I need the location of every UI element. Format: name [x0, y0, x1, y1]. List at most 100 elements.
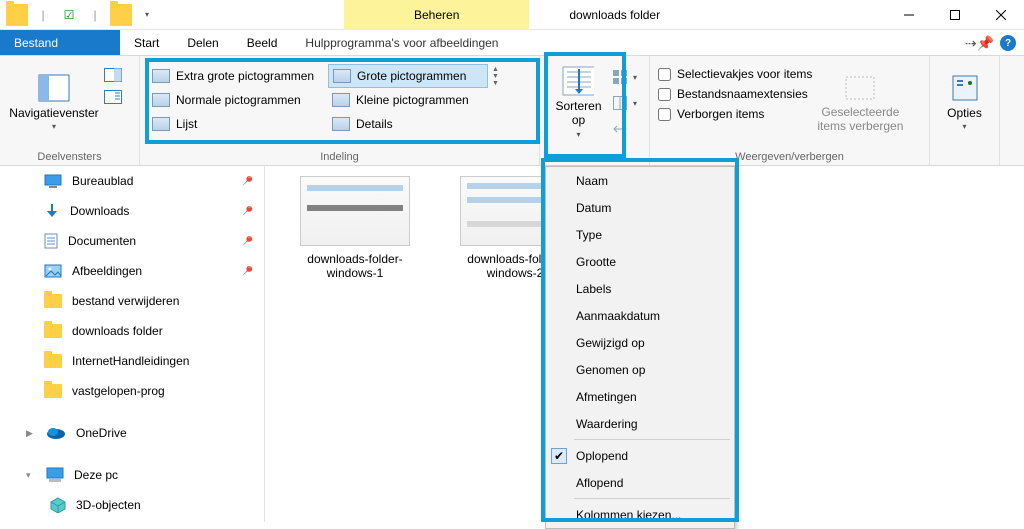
pin-icon[interactable]: ⇢📌: [965, 35, 994, 52]
sidebar-item-documents[interactable]: Documenten📍: [0, 226, 264, 256]
hide-selected-label: Geselecteerde items verbergen: [812, 105, 908, 134]
tab-picture-tools[interactable]: Hulpprogramma's voor afbeeldingen: [291, 30, 512, 55]
menu-label: Labels: [576, 282, 611, 296]
navigation-pane-label: Navigatievenster: [9, 106, 98, 120]
sidebar-label: Documenten: [68, 234, 136, 248]
hide-selected-icon: [844, 71, 876, 103]
sort-option-dimensions[interactable]: Afmetingen: [546, 383, 734, 410]
sidebar-label: OneDrive: [76, 426, 127, 440]
navigation-tree[interactable]: Bureaublad📍 Downloads📍 Documenten📍 Afbee…: [0, 166, 265, 522]
ribbon-tabs: Bestand Start Delen Beeld Hulpprogramma'…: [0, 30, 1024, 56]
checkbox[interactable]: [658, 88, 671, 101]
size-columns-button[interactable]: [609, 120, 641, 138]
minimize-button[interactable]: [886, 0, 932, 30]
layout-normal[interactable]: Normale pictogrammen: [148, 88, 328, 112]
file-thumbnail: [300, 176, 410, 246]
options-button[interactable]: Opties ▾: [938, 60, 991, 144]
sort-by-button[interactable]: Sorteren op ▾: [548, 60, 609, 144]
sort-choose-columns[interactable]: Kolommen kiezen...: [546, 501, 734, 528]
onedrive-icon: [46, 426, 66, 440]
sort-by-icon: [562, 65, 594, 97]
sidebar-item-onedrive[interactable]: ▶OneDrive: [0, 418, 264, 448]
layout-list-label: Lijst: [176, 117, 197, 131]
layout-small[interactable]: Kleine pictogrammen: [328, 88, 488, 112]
sort-option-taken[interactable]: Genomen op: [546, 356, 734, 383]
layout-extra-large[interactable]: Extra grote pictogrammen: [148, 64, 328, 88]
sort-option-labels[interactable]: Labels: [546, 275, 734, 302]
maximize-button[interactable]: [932, 0, 978, 30]
group-by-button[interactable]: ▾: [609, 68, 641, 86]
window-title: downloads folder: [569, 8, 660, 22]
qat-properties-icon[interactable]: ☑: [58, 4, 80, 26]
folder-icon: [44, 324, 62, 338]
tab-share[interactable]: Delen: [173, 30, 232, 55]
pin-icon: 📍: [238, 202, 257, 221]
check-hidden-items[interactable]: Verborgen items: [658, 104, 812, 124]
file-item[interactable]: downloads-folder-windows-1: [295, 176, 415, 280]
desktop-icon: [44, 174, 62, 188]
preview-pane-button[interactable]: [100, 66, 126, 84]
sort-option-name[interactable]: Naam: [546, 167, 734, 194]
sort-option-date[interactable]: Datum: [546, 194, 734, 221]
sidebar-item-folder-1[interactable]: bestand verwijderen: [0, 286, 264, 316]
help-icon[interactable]: ?: [1000, 35, 1016, 51]
check-extensions[interactable]: Bestandsnaamextensies: [658, 84, 812, 104]
sidebar-label: downloads folder: [72, 324, 163, 338]
sort-option-rating[interactable]: Waardering: [546, 410, 734, 437]
tab-start[interactable]: Start: [120, 30, 173, 55]
sidebar-label: InternetHandleidingen: [72, 354, 189, 368]
sidebar-item-downloads[interactable]: Downloads📍: [0, 196, 264, 226]
layout-large[interactable]: Grote pictogrammen: [328, 64, 488, 88]
layout-details-label: Details: [356, 117, 393, 131]
layout-list[interactable]: Lijst: [148, 112, 328, 136]
checkbox[interactable]: [658, 68, 671, 81]
sort-option-created[interactable]: Aanmaakdatum: [546, 302, 734, 329]
panes-group-label: Deelvensters: [8, 149, 131, 163]
folder-icon: [44, 354, 62, 368]
sidebar-item-folder-2[interactable]: downloads folder: [0, 316, 264, 346]
sidebar-item-thispc[interactable]: ▾Deze pc: [0, 460, 264, 490]
pc-icon: [46, 467, 64, 483]
content-area[interactable]: downloads-folder-windows-1 downloads-fol…: [265, 166, 1024, 522]
pin-icon: 📍: [238, 262, 257, 281]
menu-label: Kolommen kiezen...: [576, 508, 681, 522]
contextual-tab-header: Beheren: [344, 0, 529, 30]
quick-access-toolbar: | ☑ | ▾: [0, 4, 164, 26]
sidebar-item-folder-3[interactable]: InternetHandleidingen: [0, 346, 264, 376]
layout-icon: [152, 93, 170, 107]
close-button[interactable]: [978, 0, 1024, 30]
sidebar-item-desktop[interactable]: Bureaublad📍: [0, 166, 264, 196]
layout-icon: [332, 93, 350, 107]
layout-details[interactable]: Details: [328, 112, 488, 136]
qat-dropdown-icon[interactable]: ▾: [136, 4, 158, 26]
tab-view[interactable]: Beeld: [233, 30, 292, 55]
checkbox[interactable]: [658, 108, 671, 121]
hide-selected-button[interactable]: Geselecteerde items verbergen: [812, 60, 908, 144]
tab-start-label: Start: [134, 36, 159, 50]
navigation-pane-button[interactable]: Navigatievenster ▾: [8, 60, 100, 144]
sidebar-item-3dobjects[interactable]: 3D-objecten: [0, 490, 264, 520]
sort-option-modified[interactable]: Gewijzigd op: [546, 329, 734, 356]
chevron-down-icon: ▾: [962, 122, 966, 132]
sort-option-size[interactable]: Grootte: [546, 248, 734, 275]
tab-picture-tools-label: Hulpprogramma's voor afbeeldingen: [305, 36, 498, 50]
check-item-checkboxes[interactable]: Selectievakjes voor items: [658, 64, 812, 84]
sort-order-descending[interactable]: Aflopend: [546, 469, 734, 496]
menu-label: Waardering: [576, 417, 638, 431]
pictures-icon: [44, 264, 62, 278]
contextual-tab-label: Beheren: [414, 8, 459, 22]
layout-spin[interactable]: ▲▼▼: [492, 66, 499, 87]
sort-order-ascending[interactable]: ✔Oplopend: [546, 442, 734, 469]
sidebar-item-pictures[interactable]: Afbeeldingen📍: [0, 256, 264, 286]
ribbon-group-showhide: Selectievakjes voor items Bestandsnaamex…: [650, 56, 930, 165]
window-controls: [886, 0, 1024, 30]
details-pane-button[interactable]: [100, 88, 126, 106]
tab-file[interactable]: Bestand: [0, 30, 120, 55]
qat-folder-icon[interactable]: [110, 4, 132, 26]
sidebar-item-folder-4[interactable]: vastgelopen-prog: [0, 376, 264, 406]
folder-icon: [44, 294, 62, 308]
menu-label: Aflopend: [576, 476, 623, 490]
sort-option-type[interactable]: Type: [546, 221, 734, 248]
downloads-icon: [44, 203, 60, 219]
add-columns-button[interactable]: ▾: [609, 94, 641, 112]
